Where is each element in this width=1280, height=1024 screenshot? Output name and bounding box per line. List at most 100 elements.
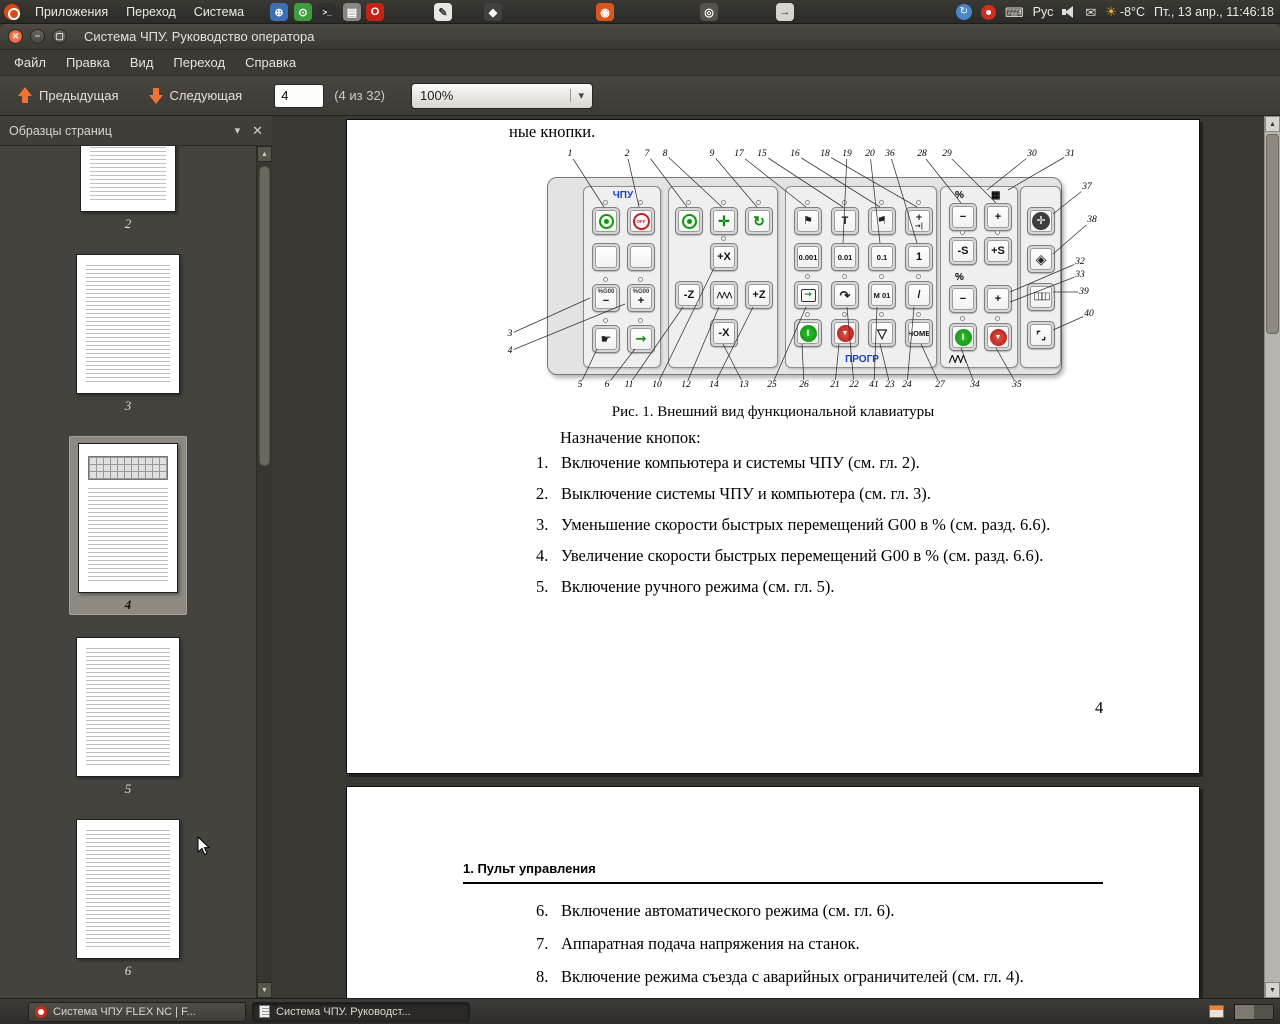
volume-icon[interactable]	[1062, 6, 1076, 18]
minimize-button[interactable]: −	[30, 29, 45, 44]
key-led-icon	[756, 200, 761, 205]
flag-right-icon	[877, 216, 887, 227]
panel-menu-1[interactable]: Переход	[117, 1, 185, 23]
key-led-icon	[916, 312, 921, 317]
page-thumbnail[interactable]: 3	[76, 254, 180, 414]
taskbar-item-label: Система ЧПУ FLEX NC | F...	[53, 1005, 196, 1018]
m01-stop-key: M 01	[868, 274, 896, 309]
callout-number: 29	[941, 149, 953, 159]
menu-item-3[interactable]: Переход	[163, 51, 235, 74]
blank-key-1	[592, 243, 620, 271]
page-number-input[interactable]	[274, 83, 325, 108]
thumbnail-label: 5	[124, 781, 132, 796]
sidebar-scroll-handle[interactable]	[259, 166, 270, 466]
page-lead-text: ные кнопки.	[509, 122, 596, 141]
page-thumbnail[interactable]: 6	[76, 819, 180, 979]
menu-item-4[interactable]: Справка	[235, 51, 306, 74]
desktop: Приложения Переход Система ⊕ ⊙ >_ ▤ O ✎ ◆ ◉ ◎ → ↻ ⌨…	[0, 0, 1280, 1024]
tool-release-key	[794, 200, 822, 235]
callout-number: 12	[680, 380, 692, 390]
document-scrollbar[interactable]: ▲ ▼	[1264, 116, 1280, 998]
keyboard-layout-label[interactable]: Рус	[1033, 5, 1054, 19]
callout-number: 39	[1078, 287, 1090, 297]
callout-number: 10	[651, 380, 663, 390]
stop-red-icon	[989, 328, 1007, 346]
group-label: %	[955, 272, 964, 283]
maximize-button[interactable]: ▢	[52, 29, 67, 44]
screenshot-icon[interactable]: ◎	[700, 3, 718, 21]
scroll-up-icon[interactable]: ▲	[1265, 116, 1280, 132]
go-icon[interactable]: →	[776, 3, 794, 21]
sync-icon[interactable]: ↻	[955, 4, 972, 20]
auto-mode-key	[627, 318, 655, 353]
browser-icon[interactable]: ⊕	[270, 3, 288, 21]
key-led-icon	[686, 200, 691, 205]
panel-menu-0[interactable]: Приложения	[26, 1, 117, 23]
step-001-key: 0.01	[831, 243, 859, 271]
previous-page-button[interactable]: Предыдущая	[8, 83, 129, 108]
ubuntu-logo-icon[interactable]	[4, 4, 20, 20]
tray-window-icon[interactable]	[1209, 1005, 1224, 1018]
page-thumbnail[interactable]: 2	[80, 146, 176, 232]
key-led-icon	[603, 277, 608, 282]
terminal-icon[interactable]: >_	[318, 3, 336, 21]
sidebar-header: Образцы страниц ▾ ✕	[0, 116, 272, 146]
group-label: ЧПУ	[612, 190, 634, 201]
callout-number: 35	[1011, 380, 1023, 390]
panel-menu-2[interactable]: Система	[185, 1, 253, 23]
list-item: 4. Увеличение скорости быстрых перемещени…	[536, 546, 1044, 565]
spindle-override-minus-key: −	[949, 285, 977, 313]
sidebar-close-icon[interactable]: ✕	[252, 123, 263, 139]
callout-number: 28	[916, 149, 928, 159]
feed-override-minus-key: −	[949, 203, 977, 231]
zoom-select[interactable]: 100% ▾	[411, 82, 594, 109]
weather-icon[interactable]: ☀	[1105, 4, 1117, 20]
scroll-up-icon[interactable]: ▲	[257, 146, 272, 162]
close-button[interactable]: ✕	[8, 29, 23, 44]
scroll-down-icon[interactable]: ▼	[1265, 982, 1280, 998]
menu-item-0[interactable]: Файл	[4, 51, 56, 74]
callout-number: 40	[1083, 309, 1095, 319]
opera-icon[interactable]: O	[366, 3, 384, 21]
callout-number: 15	[756, 149, 768, 159]
notification-icon[interactable]	[980, 4, 996, 20]
reset-key	[868, 312, 896, 347]
nav-cross-icon	[1032, 212, 1050, 230]
mail-icon[interactable]: ✉	[1085, 6, 1096, 19]
key-led-icon	[603, 200, 608, 205]
next-page-button[interactable]: Следующая	[139, 83, 253, 108]
document-view: ные кнопки. ЧПУ%G00−%G00++X-Z+Z-XПРОГРT0…	[272, 116, 1264, 998]
step-01-key: 0.1	[868, 243, 896, 271]
keyboard-indicator-icon[interactable]: ⌨	[1005, 6, 1024, 19]
start-green-icon	[799, 324, 817, 342]
menu-item-1[interactable]: Правка	[56, 51, 120, 74]
files-icon[interactable]: ▤	[343, 3, 361, 21]
globe-icon[interactable]: ⊙	[294, 3, 312, 21]
page-thumbnail[interactable]: 4	[69, 436, 187, 615]
taskbar-item[interactable]: Система ЧПУ FLEX NC | F...	[28, 1001, 246, 1022]
taskbar-item[interactable]: Система ЧПУ. Руководст...	[252, 1001, 470, 1022]
key-led-icon	[916, 274, 921, 279]
document-scroll-handle[interactable]	[1266, 134, 1279, 334]
firefox-icon[interactable]: ◉	[596, 3, 614, 21]
menu-item-2[interactable]: Вид	[120, 51, 164, 74]
opera-icon	[35, 1005, 47, 1018]
text-editor-icon[interactable]: ✎	[434, 3, 452, 21]
chevron-down-icon: ▾	[570, 89, 584, 102]
restart-key	[831, 274, 859, 309]
sidebar-title: Образцы страниц	[9, 123, 112, 138]
key-led-icon	[805, 274, 810, 279]
toolbar: Предыдущая Следующая (4 из 32) 100% ▾	[0, 76, 1280, 116]
sidebar-scrollbar[interactable]: ▲ ▼	[256, 146, 272, 998]
auto-arrow-icon	[636, 332, 647, 347]
minus-x-key: -X	[710, 319, 738, 347]
drives-on-key	[675, 200, 703, 235]
inkscape-icon[interactable]: ◆	[484, 3, 502, 21]
thumbnail-label: 2	[124, 216, 132, 231]
workspace-switcher[interactable]	[1234, 1003, 1274, 1020]
page-thumbnail[interactable]: 5	[76, 637, 180, 797]
titlebar[interactable]: ✕ − ▢ Система ЧПУ. Руководство оператора	[0, 24, 1280, 50]
scroll-down-icon[interactable]: ▼	[257, 982, 272, 998]
clock[interactable]: Пт., 13 апр., 11:46:18	[1154, 5, 1274, 19]
sidebar-dropdown-icon[interactable]: ▾	[223, 124, 253, 137]
